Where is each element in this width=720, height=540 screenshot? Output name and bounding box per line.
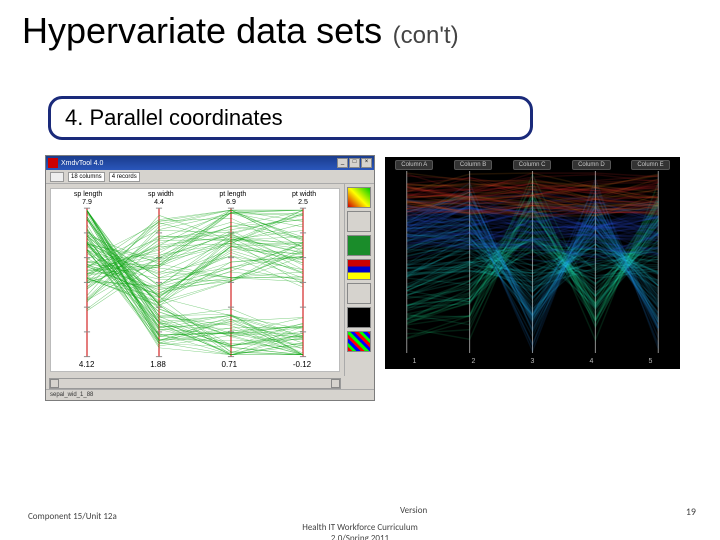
axis-min: 1.88 xyxy=(150,360,166,369)
figB-footer: 1 2 3 4 5 xyxy=(385,358,680,365)
palette-swatch[interactable] xyxy=(347,187,371,208)
footer-center: Health IT Workforce Curriculum 2.0/Sprin… xyxy=(0,522,720,540)
callout-box: 4. Parallel coordinates xyxy=(48,96,533,140)
slide-title: Hypervariate data sets (con't) xyxy=(22,10,714,52)
axis-index: 5 xyxy=(649,358,653,365)
axis-labels-top: sp length sp width pt length pt width xyxy=(51,191,339,198)
page-number: 19 xyxy=(686,505,696,518)
footer-center-line1: Health IT Workforce Curriculum xyxy=(302,522,418,533)
axis-max: 6.9 xyxy=(226,199,236,206)
slide: Hypervariate data sets (con't) 4. Parall… xyxy=(0,0,720,540)
minimize-button[interactable]: _ xyxy=(337,158,348,168)
column-header[interactable]: Column A xyxy=(395,160,433,170)
plot-svg xyxy=(51,189,339,371)
figB-header: Column A Column B Column C Column D Colu… xyxy=(385,160,680,170)
axis-max: 2.5 xyxy=(298,199,308,206)
axis-index: 3 xyxy=(531,358,535,365)
column-header[interactable]: Column B xyxy=(454,160,492,170)
figure-dark-parallel-coords: Column A Column B Column C Column D Colu… xyxy=(385,157,680,369)
records-combo[interactable]: 4 records xyxy=(109,172,140,182)
axis-label: pt width xyxy=(292,191,316,198)
toolbar: 18 columns 4 records xyxy=(46,170,374,184)
column-header[interactable]: Column E xyxy=(631,160,669,170)
palette-swatch[interactable] xyxy=(347,235,371,256)
palette-swatch[interactable] xyxy=(347,283,371,304)
figB-canvas xyxy=(391,171,674,353)
footer-center-line2: 2.0/Spring 2011 xyxy=(331,533,389,540)
axis-max: 7.9 xyxy=(82,199,92,206)
axis-min: -0.12 xyxy=(293,360,311,369)
axis-label: sp width xyxy=(148,191,174,198)
axis-min-row: 4.12 1.88 0.71 -0.12 xyxy=(51,360,339,369)
status-bar: sepal_wid_1_88 xyxy=(46,389,374,400)
axis-max-row: 7.9 4.4 6.9 2.5 xyxy=(51,199,339,206)
toolbar-button[interactable] xyxy=(50,172,64,182)
axis-index: 2 xyxy=(472,358,476,365)
axis-min: 0.71 xyxy=(222,360,238,369)
figure-xmdvtool-window: XmdvTool 4.0 _ □ × 18 columns 4 records … xyxy=(45,155,375,401)
title-cont: (con't) xyxy=(393,22,459,49)
horizontal-scrollbar[interactable] xyxy=(49,378,341,389)
figures-row: XmdvTool 4.0 _ □ × 18 columns 4 records … xyxy=(45,155,680,401)
axis-label: sp length xyxy=(74,191,102,198)
footer-left: Component 15/Unit 12a xyxy=(28,511,117,522)
app-icon xyxy=(48,158,58,168)
palette-swatch[interactable] xyxy=(347,211,371,232)
column-header[interactable]: Column D xyxy=(572,160,611,170)
palette-swatch[interactable] xyxy=(347,331,371,352)
parallel-coords-plot: sp length sp width pt length pt width 7.… xyxy=(50,188,340,372)
sidebar-palette xyxy=(344,184,374,376)
window-title: XmdvTool 4.0 xyxy=(61,160,103,167)
title-main: Hypervariate data sets xyxy=(22,10,382,51)
column-header[interactable]: Column C xyxy=(513,160,552,170)
palette-swatch[interactable] xyxy=(347,259,371,280)
close-button[interactable]: × xyxy=(361,158,372,168)
axis-index: 1 xyxy=(413,358,417,365)
columns-combo[interactable]: 18 columns xyxy=(68,172,105,182)
callout-text: 4. Parallel coordinates xyxy=(65,105,283,131)
maximize-button[interactable]: □ xyxy=(349,158,360,168)
axis-max: 4.4 xyxy=(154,199,164,206)
axis-index: 4 xyxy=(590,358,594,365)
window-titlebar: XmdvTool 4.0 _ □ × xyxy=(46,156,374,170)
axis-label: pt length xyxy=(219,191,246,198)
axis-min: 4.12 xyxy=(79,360,95,369)
figB-svg xyxy=(391,171,674,353)
scroll-left-button[interactable] xyxy=(50,379,59,388)
scroll-right-button[interactable] xyxy=(331,379,340,388)
footer-version: Version xyxy=(400,505,427,516)
palette-swatch[interactable] xyxy=(347,307,371,328)
